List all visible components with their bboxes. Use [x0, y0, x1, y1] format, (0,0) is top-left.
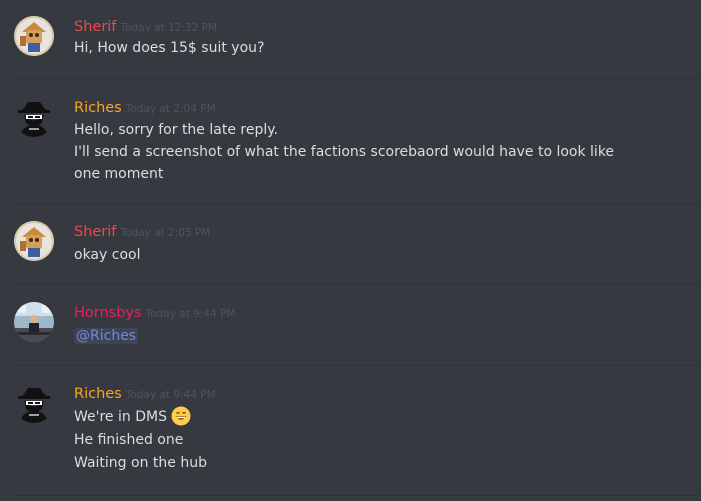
- username[interactable]: Riches: [74, 100, 122, 116]
- sherif-avatar-icon[interactable]: [14, 221, 54, 261]
- user-mention[interactable]: @Riches: [74, 328, 139, 344]
- message-header: Hornsbys Today at 9:44 PM: [74, 302, 235, 322]
- message-text: Hello, sorry for the late reply.: [74, 122, 278, 138]
- message-divider: [14, 495, 701, 496]
- username[interactable]: Riches: [74, 386, 122, 402]
- message-text: We're in DMS: [74, 406, 191, 428]
- username[interactable]: Hornsbys: [74, 305, 142, 321]
- spy-avatar-icon[interactable]: [14, 383, 54, 423]
- timestamp: Today at 2:05 PM: [120, 227, 211, 239]
- message-text-content: We're in DMS: [74, 409, 167, 425]
- message-group: Sherif Today at 12:32 PM Hi, How does 15$…: [0, 0, 701, 78]
- chat-messages: Sherif Today at 12:32 PM Hi, How does 15$…: [0, 0, 701, 501]
- timestamp: Today at 9:44 PM: [145, 308, 236, 320]
- message-group: Hornsbys Today at 9:44 PM @Riches: [0, 285, 701, 365]
- message-text: Waiting on the hub: [74, 455, 207, 471]
- grinning-face-emoji[interactable]: [171, 406, 191, 426]
- spy-avatar-icon[interactable]: [14, 97, 54, 137]
- message-group: Riches Today at 2:04 PM Hello, sorry for …: [0, 79, 701, 203]
- office-avatar-icon[interactable]: [14, 302, 54, 342]
- username[interactable]: Sherif: [74, 224, 116, 240]
- message-header: Sherif Today at 2:05 PM: [74, 221, 210, 241]
- message-header: Riches Today at 9:44 PM: [74, 383, 216, 403]
- message-header: Sherif Today at 12:32 PM: [74, 16, 217, 36]
- message-text: okay cool: [74, 247, 141, 263]
- timestamp: Today at 2:04 PM: [125, 103, 216, 115]
- message-header: Riches Today at 2:04 PM: [74, 97, 216, 117]
- message-text: @Riches: [74, 325, 139, 347]
- message-text: one moment: [74, 166, 164, 182]
- message-text: Hi, How does 15$ suit you?: [74, 40, 265, 56]
- username[interactable]: Sherif: [74, 19, 116, 35]
- message-group: Riches Today at 9:44 PM We're in DMS He f…: [0, 366, 701, 496]
- message-group: Sherif Today at 2:05 PM okay cool: [0, 204, 701, 284]
- timestamp: Today at 9:44 PM: [125, 389, 216, 401]
- message-text: He finished one: [74, 432, 184, 448]
- sherif-avatar-icon[interactable]: [14, 16, 54, 56]
- timestamp: Today at 12:32 PM: [120, 22, 218, 34]
- message-text: I'll send a screenshot of what the facti…: [74, 144, 615, 160]
